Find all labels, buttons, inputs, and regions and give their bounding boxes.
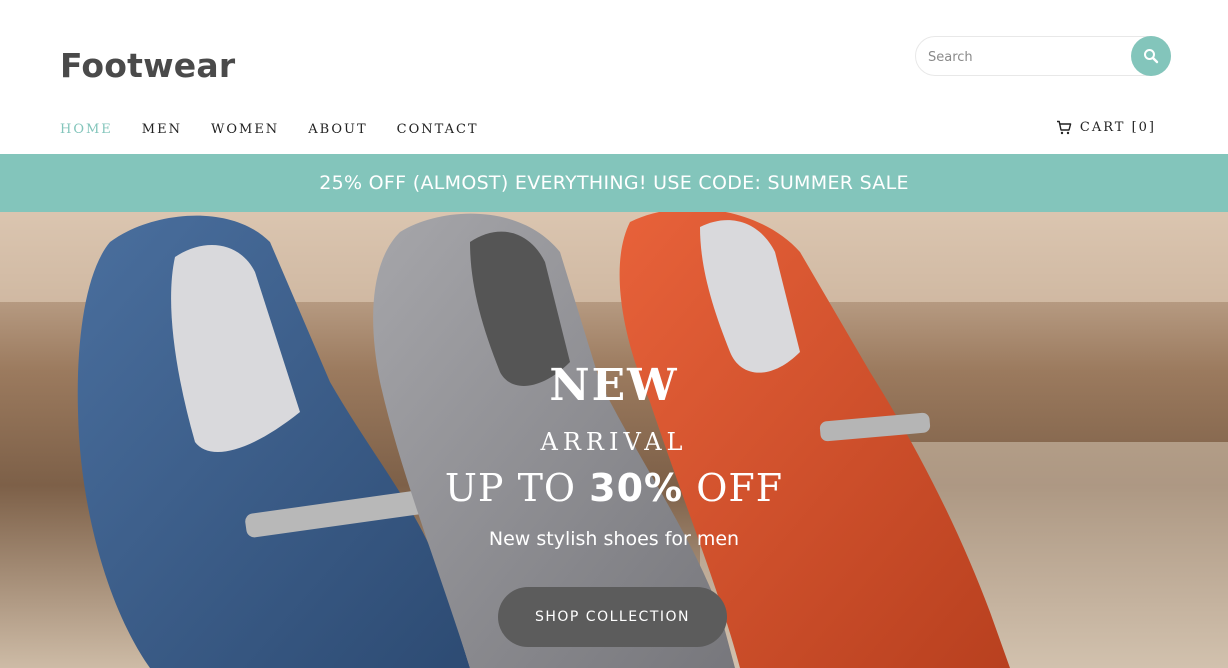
search-input[interactable] xyxy=(928,46,1128,68)
hero-subtitle: ARRIVAL xyxy=(540,428,688,456)
nav-home[interactable]: HOME xyxy=(60,122,113,137)
hero-banner: NEW ARRIVAL UP TO 30% OFF New stylish sh… xyxy=(0,212,1228,668)
offer-percent: 30% xyxy=(589,466,684,510)
hero-offer: UP TO 30% OFF xyxy=(0,466,1228,510)
nav-men[interactable]: MEN xyxy=(142,122,182,137)
promo-banner: 25% OFF (ALMOST) EVERYTHING! USE CODE: S… xyxy=(0,154,1228,212)
main-nav: HOME MEN WOMEN ABOUT CONTACT xyxy=(60,122,508,137)
search-button[interactable] xyxy=(1131,36,1171,76)
hero-tagline: New stylish shoes for men xyxy=(488,528,740,550)
nav-women[interactable]: WOMEN xyxy=(211,122,279,137)
offer-prefix: UP TO xyxy=(444,466,590,510)
hero-title: NEW xyxy=(549,360,679,411)
nav-about[interactable]: ABOUT xyxy=(308,122,367,137)
search-box xyxy=(915,36,1171,76)
cart-icon xyxy=(1056,120,1072,135)
cart-label: CART [0] xyxy=(1079,120,1156,135)
cart-link[interactable]: CART [0] xyxy=(1056,120,1156,135)
site-header: Footwear HOME MEN WOMEN ABOUT CONTACT CA… xyxy=(0,0,1228,154)
shop-collection-button[interactable]: SHOP COLLECTION xyxy=(498,587,727,647)
offer-suffix: OFF xyxy=(683,466,784,510)
hero-text: NEW ARRIVAL UP TO 30% OFF New stylish sh… xyxy=(0,212,1228,668)
search-icon xyxy=(1144,49,1159,64)
site-logo[interactable]: Footwear xyxy=(60,46,235,85)
promo-text: 25% OFF (ALMOST) EVERYTHING! USE CODE: S… xyxy=(319,172,909,194)
nav-contact[interactable]: CONTACT xyxy=(397,122,479,137)
